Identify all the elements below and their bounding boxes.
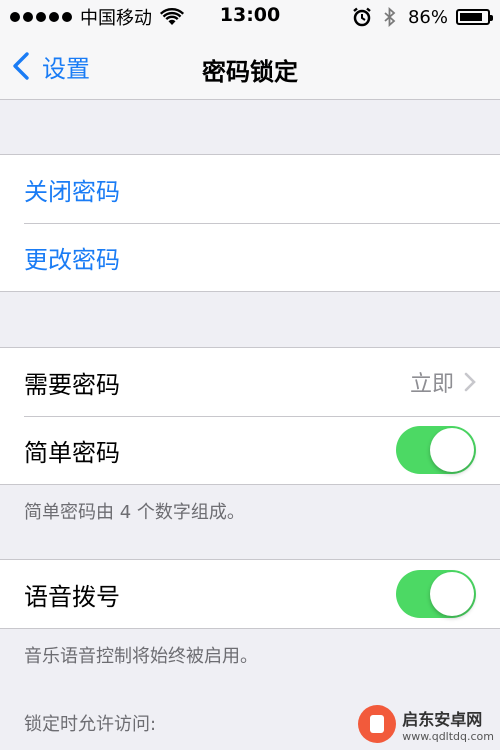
simple-passcode-label: 简单密码 xyxy=(24,438,120,467)
turn-off-passcode-row[interactable]: 关闭密码 xyxy=(0,155,500,223)
passcode-actions-group: 关闭密码 更改密码 xyxy=(0,154,500,292)
page-title: 密码锁定 xyxy=(202,58,298,86)
turn-off-passcode-label: 关闭密码 xyxy=(24,177,120,206)
watermark-logo xyxy=(358,705,397,743)
header: 中国移动 13:00 86% 设置 密码锁定 xyxy=(0,0,500,100)
require-passcode-value: 立即 xyxy=(409,372,454,397)
watermark-title: 启东安卓网 xyxy=(402,709,483,729)
require-passcode-row[interactable]: 需要密码 立即 xyxy=(0,348,500,416)
require-passcode-label: 需要密码 xyxy=(24,370,120,399)
toggle-knob xyxy=(430,428,474,472)
change-passcode-label: 更改密码 xyxy=(24,245,120,274)
battery-icon xyxy=(456,9,493,25)
simple-passcode-footnote: 简单密码由 4 个数字组成。 xyxy=(24,502,245,523)
voice-dial-footnote: 音乐语音控制将始终被启用。 xyxy=(24,646,258,667)
toggle-knob xyxy=(430,572,474,616)
simple-passcode-toggle[interactable] xyxy=(396,426,476,474)
bluetooth-icon xyxy=(384,7,396,27)
allow-access-when-locked-header: 锁定时允许访问: xyxy=(24,714,157,735)
screen: 中国移动 13:00 86% 设置 密码锁定 关闭密码 更改密码 需要密码 立即… xyxy=(0,0,500,750)
status-right: 86% xyxy=(352,5,493,29)
alarm-icon xyxy=(353,7,371,27)
watermark-url: www.qdltdq.com xyxy=(402,729,494,743)
voice-dial-group: 语音拨号 xyxy=(0,559,500,629)
simple-passcode-row: 简单密码 xyxy=(0,416,500,484)
status-bar: 中国移动 13:00 86% xyxy=(0,0,500,34)
voice-dial-row: 语音拨号 xyxy=(0,560,500,628)
battery-percent: 86% xyxy=(407,6,448,28)
watermark: 启东安卓网 www.qdltdq.com xyxy=(358,705,494,743)
nav-bar: 设置 密码锁定 xyxy=(0,34,500,100)
voice-dial-toggle[interactable] xyxy=(396,570,476,618)
chevron-right-icon xyxy=(464,372,476,392)
change-passcode-row[interactable]: 更改密码 xyxy=(0,223,500,291)
voice-dial-label: 语音拨号 xyxy=(24,582,120,611)
passcode-options-group: 需要密码 立即 简单密码 xyxy=(0,347,500,485)
